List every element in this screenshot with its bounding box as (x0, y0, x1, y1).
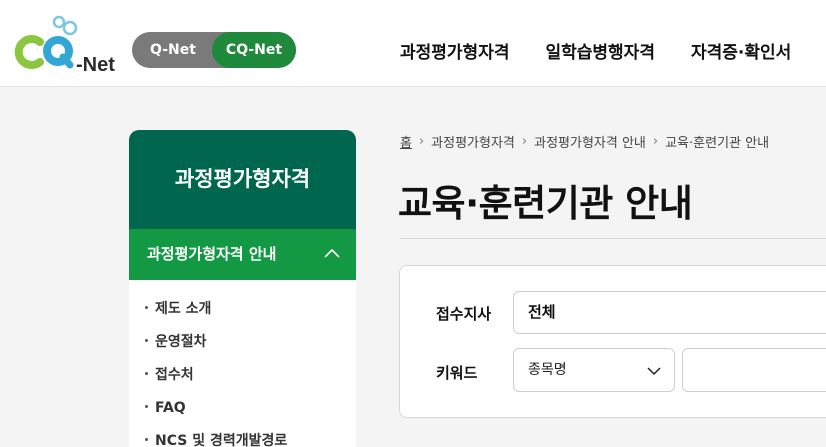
bullet-icon (145, 305, 148, 309)
bullet-icon (145, 371, 148, 375)
toggle-cq-net[interactable]: CQ-Net (212, 32, 296, 68)
nav-item-certificate[interactable]: 자격증·확인서 (691, 38, 791, 63)
main-nav: 과정평가형자격 일학습병행자격 자격증·확인서 (400, 38, 826, 63)
toggle-q-net[interactable]: Q-Net (132, 32, 214, 68)
keyword-label: 키워드 (436, 364, 478, 382)
keyword-type-value: 종목명 (528, 362, 567, 378)
sidebar: 과정평가형자격 과정평가형자격 안내 제도 소개 운영절차 접수처 FAQ NC… (129, 130, 356, 447)
sidebar-title: 과정평가형자격 (129, 130, 356, 229)
cq-net-logo[interactable]: -Net (14, 14, 124, 76)
sidebar-item-faq[interactable]: FAQ (129, 397, 356, 430)
sidebar-item-label: 제도 소개 (155, 301, 212, 317)
site-header: -Net Q-Net CQ-Net 과정평가형자격 일학습병행자격 자격증·확인… (0, 0, 826, 87)
chevron-right-icon: › (652, 134, 659, 149)
sidebar-item-label: 운영절차 (155, 334, 207, 350)
title-divider (400, 238, 826, 239)
sidebar-list: 제도 소개 운영절차 접수처 FAQ NCS 및 경력개발경로 (129, 280, 356, 447)
sidebar-item-label: 접수처 (155, 367, 194, 383)
sidebar-item-procedure[interactable]: 운영절차 (129, 331, 356, 364)
breadcrumb-item-current: 교육·훈련기관 안내 (665, 136, 770, 151)
chevron-right-icon: › (418, 134, 425, 149)
sidebar-section-label: 과정평가형자격 안내 (147, 245, 277, 263)
site-toggle: Q-Net CQ-Net (132, 32, 296, 68)
bullet-icon (145, 338, 148, 342)
keyword-type-select[interactable]: 종목명 (513, 348, 675, 392)
sidebar-item-ncs[interactable]: NCS 및 경력개발경로 (129, 430, 356, 447)
breadcrumb: 홈 › 과정평가형자격 › 과정평가형자격 안내 › 교육·훈련기관 안내 (400, 132, 769, 151)
sidebar-item-intro[interactable]: 제도 소개 (129, 298, 356, 331)
search-panel: 접수지사 전체 키워드 종목명 (399, 265, 826, 418)
keyword-input[interactable] (682, 348, 826, 392)
sidebar-item-label: NCS 및 경력개발경로 (155, 433, 288, 447)
breadcrumb-item[interactable]: 과정평가형자격 안내 (534, 132, 646, 151)
breadcrumb-home[interactable]: 홈 (400, 132, 412, 151)
page-title: 교육·훈련기관 안내 (398, 182, 693, 225)
branch-select[interactable]: 전체 (513, 291, 826, 334)
nav-item-course[interactable]: 과정평가형자격 (400, 38, 509, 63)
breadcrumb-item[interactable]: 과정평가형자격 (431, 132, 515, 151)
chevron-down-icon (647, 367, 661, 376)
nav-item-work-study[interactable]: 일학습병행자격 (545, 38, 654, 63)
chevron-up-icon (324, 248, 340, 258)
sidebar-item-label: FAQ (155, 400, 186, 416)
bullet-icon (145, 404, 148, 408)
branch-label: 접수지사 (436, 305, 492, 323)
sidebar-item-reception[interactable]: 접수처 (129, 364, 356, 397)
bullet-icon (145, 437, 148, 441)
logo-text: -Net (76, 54, 115, 76)
sidebar-section-toggle[interactable]: 과정평가형자격 안내 (129, 229, 356, 280)
chevron-right-icon: › (521, 134, 528, 149)
